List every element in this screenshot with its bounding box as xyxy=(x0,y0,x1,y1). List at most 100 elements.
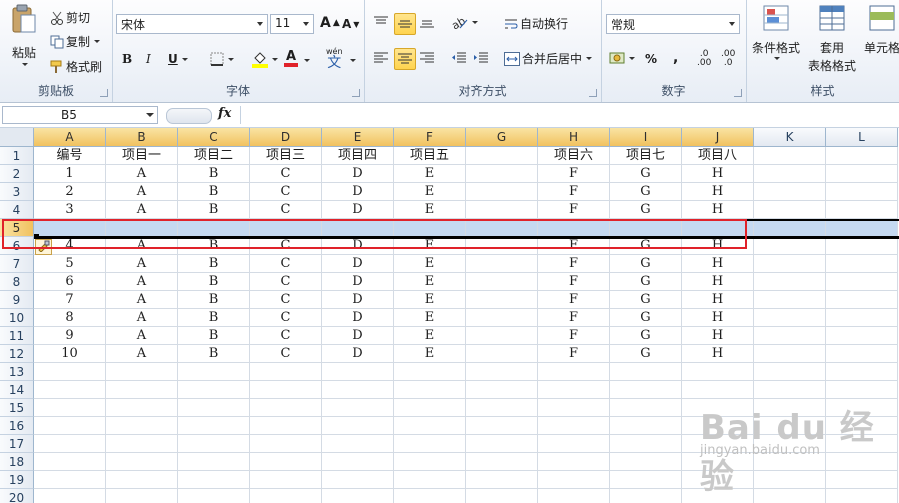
cell-i19[interactable] xyxy=(610,471,682,489)
row-header-18[interactable]: 18 xyxy=(0,453,34,471)
cell-b4[interactable]: A xyxy=(106,201,178,219)
cell-f4[interactable]: E xyxy=(394,201,466,219)
alignment-launcher-icon[interactable] xyxy=(589,89,597,97)
conditional-format-button[interactable]: 条件格式 xyxy=(750,4,802,60)
cell-l7[interactable] xyxy=(826,255,898,273)
cell-k5[interactable] xyxy=(754,219,826,237)
cell-h11[interactable]: F xyxy=(538,327,610,345)
borders-button[interactable] xyxy=(210,52,234,66)
row-header-16[interactable]: 16 xyxy=(0,417,34,435)
cell-c13[interactable] xyxy=(178,363,250,381)
orientation-dropdown-icon[interactable] xyxy=(472,20,478,24)
formula-input[interactable] xyxy=(240,106,899,124)
cell-b11[interactable]: A xyxy=(106,327,178,345)
cell-a11[interactable]: 9 xyxy=(34,327,106,345)
cell-k1[interactable] xyxy=(754,147,826,165)
underline-dropdown-icon[interactable] xyxy=(181,57,188,61)
cell-c17[interactable] xyxy=(178,435,250,453)
name-box-dropdown-icon[interactable] xyxy=(146,113,154,117)
accounting-dropdown-icon[interactable] xyxy=(629,56,635,60)
cell-i11[interactable]: G xyxy=(610,327,682,345)
cell-k3[interactable] xyxy=(754,183,826,201)
cell-h13[interactable] xyxy=(538,363,610,381)
cell-b14[interactable] xyxy=(106,381,178,399)
underline-button[interactable]: U xyxy=(168,52,188,66)
increase-decimal-button[interactable]: .0 .00 xyxy=(697,50,711,68)
cell-c16[interactable] xyxy=(178,417,250,435)
column-header-c[interactable]: C xyxy=(178,128,250,147)
cell-f1[interactable]: 项目五 xyxy=(394,147,466,165)
cell-g12[interactable] xyxy=(466,345,538,363)
cell-j8[interactable]: H xyxy=(682,273,754,291)
decrease-indent-button[interactable] xyxy=(452,52,466,64)
cell-i20[interactable] xyxy=(610,489,682,503)
column-header-l[interactable]: L xyxy=(826,128,898,147)
cell-j10[interactable]: H xyxy=(682,309,754,327)
cell-c15[interactable] xyxy=(178,399,250,417)
name-box[interactable]: B5 xyxy=(2,106,158,124)
cell-b7[interactable]: A xyxy=(106,255,178,273)
merge-center-dropdown-icon[interactable] xyxy=(586,57,593,60)
paste-dropdown-icon[interactable] xyxy=(22,63,28,66)
merge-center-button[interactable]: 合并后居中 xyxy=(504,50,593,67)
cell-c7[interactable]: B xyxy=(178,255,250,273)
cell-i13[interactable] xyxy=(610,363,682,381)
cell-i9[interactable]: G xyxy=(610,291,682,309)
cell-c14[interactable] xyxy=(178,381,250,399)
format-painter-button[interactable]: 格式刷 xyxy=(50,58,102,75)
cell-g14[interactable] xyxy=(466,381,538,399)
cell-b15[interactable] xyxy=(106,399,178,417)
cell-c3[interactable]: B xyxy=(178,183,250,201)
column-header-h[interactable]: H xyxy=(538,128,610,147)
column-header-k[interactable]: K xyxy=(754,128,826,147)
cell-i16[interactable] xyxy=(610,417,682,435)
cell-f10[interactable]: E xyxy=(394,309,466,327)
cell-b20[interactable] xyxy=(106,489,178,503)
cell-e11[interactable]: D xyxy=(322,327,394,345)
cell-h10[interactable]: F xyxy=(538,309,610,327)
cell-g18[interactable] xyxy=(466,453,538,471)
cut-button[interactable]: 剪切 xyxy=(50,9,90,26)
cell-a13[interactable] xyxy=(34,363,106,381)
cell-g2[interactable] xyxy=(466,165,538,183)
cell-d12[interactable]: C xyxy=(250,345,322,363)
cell-i12[interactable]: G xyxy=(610,345,682,363)
cell-k4[interactable] xyxy=(754,201,826,219)
cell-h17[interactable] xyxy=(538,435,610,453)
column-header-i[interactable]: I xyxy=(610,128,682,147)
cell-j14[interactable] xyxy=(682,381,754,399)
cell-a7[interactable]: 5 xyxy=(34,255,106,273)
cell-c9[interactable]: B xyxy=(178,291,250,309)
cell-a10[interactable]: 8 xyxy=(34,309,106,327)
cell-d8[interactable]: C xyxy=(250,273,322,291)
cell-f2[interactable]: E xyxy=(394,165,466,183)
cell-l2[interactable] xyxy=(826,165,898,183)
phonetic-button[interactable]: wén 文 xyxy=(326,48,343,71)
cell-k9[interactable] xyxy=(754,291,826,309)
row-header-2[interactable]: 2 xyxy=(0,165,34,183)
cell-k13[interactable] xyxy=(754,363,826,381)
font-color-dropdown-icon[interactable] xyxy=(304,59,310,62)
cell-g17[interactable] xyxy=(466,435,538,453)
cell-k8[interactable] xyxy=(754,273,826,291)
cell-a14[interactable] xyxy=(34,381,106,399)
cell-j1[interactable]: 项目八 xyxy=(682,147,754,165)
cell-f14[interactable] xyxy=(394,381,466,399)
accounting-format-button[interactable] xyxy=(609,50,635,66)
cell-b16[interactable] xyxy=(106,417,178,435)
cell-a3[interactable]: 2 xyxy=(34,183,106,201)
cell-k7[interactable] xyxy=(754,255,826,273)
fill-color-dropdown-icon[interactable] xyxy=(272,57,278,61)
phonetic-dropdown-icon[interactable] xyxy=(350,59,356,62)
cell-l4[interactable] xyxy=(826,201,898,219)
cell-k6[interactable] xyxy=(754,237,826,255)
cell-a17[interactable] xyxy=(34,435,106,453)
conditional-format-dropdown-icon[interactable] xyxy=(774,57,780,60)
cell-j12[interactable]: H xyxy=(682,345,754,363)
font-size-select[interactable]: 11 xyxy=(270,14,314,34)
row-header-10[interactable]: 10 xyxy=(0,309,34,327)
cell-b3[interactable]: A xyxy=(106,183,178,201)
cell-g11[interactable] xyxy=(466,327,538,345)
cell-k12[interactable] xyxy=(754,345,826,363)
cell-h2[interactable]: F xyxy=(538,165,610,183)
